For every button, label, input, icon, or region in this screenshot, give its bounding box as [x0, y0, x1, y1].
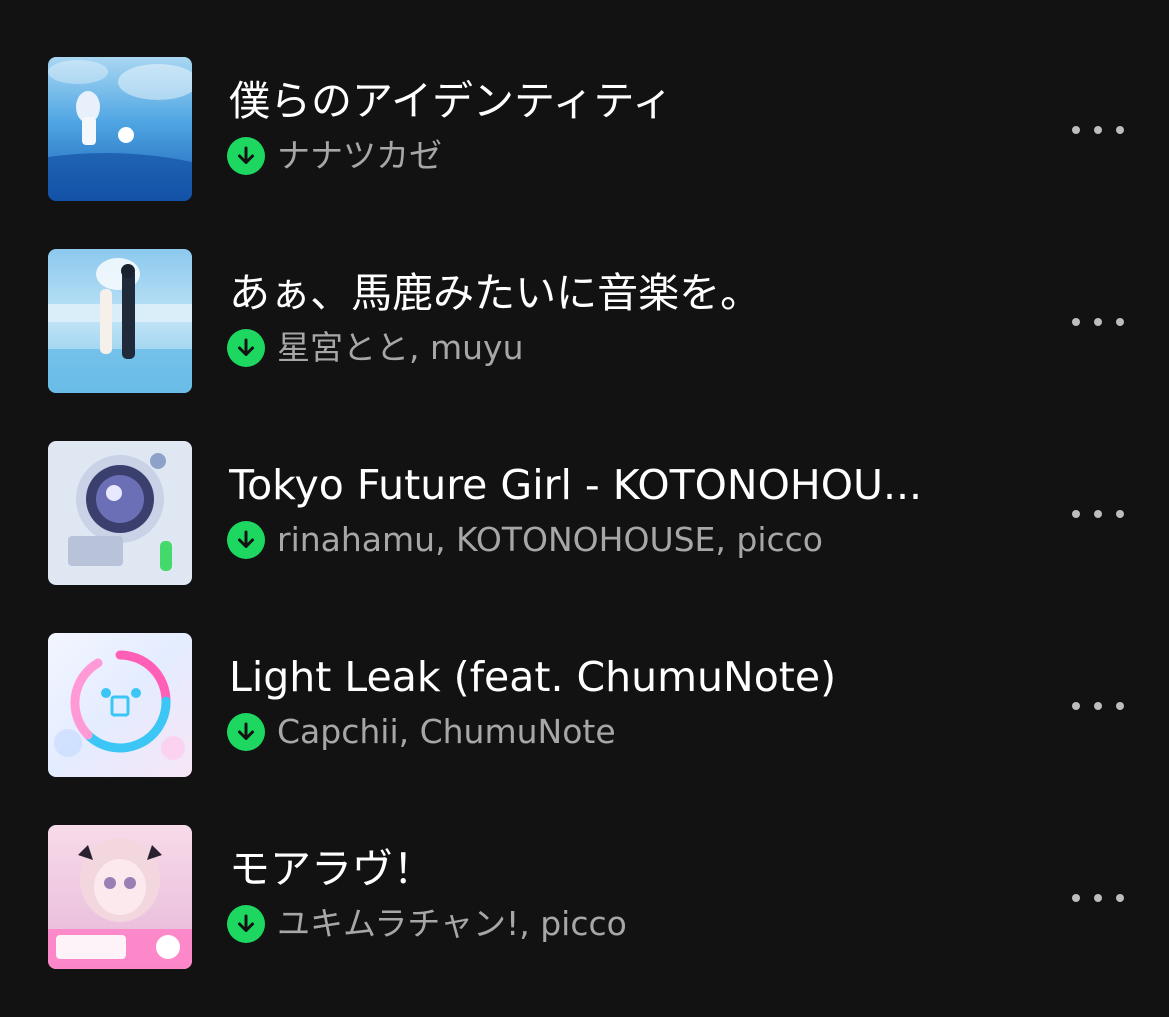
album-cover	[48, 825, 192, 969]
track-subtitle: 星宮とと, muyu	[227, 327, 524, 369]
album-cover	[48, 633, 192, 777]
track-row[interactable]: Tokyo Future Girl - KOTONOHOU... rinaham…	[0, 441, 1169, 633]
track-row[interactable]: あぁ、馬鹿みたいに音楽を。 星宮とと, muyu	[0, 249, 1169, 441]
dot	[1116, 894, 1124, 902]
download-arrow-icon	[227, 521, 265, 559]
album-cover	[48, 441, 192, 585]
track-row[interactable]: モアラヴ！ ユキムラチャン!, picco	[0, 825, 1169, 1017]
track-title[interactable]: Tokyo Future Girl - KOTONOHOU...	[229, 455, 989, 515]
dot	[1116, 318, 1124, 326]
dot	[1072, 126, 1080, 134]
more-options-icon[interactable]	[1068, 305, 1128, 339]
album-cover	[48, 249, 192, 393]
track-artists[interactable]: ユキムラチャン!, picco	[277, 903, 627, 945]
more-options-icon[interactable]	[1068, 497, 1128, 531]
album-cover	[48, 57, 192, 201]
track-title[interactable]: あぁ、馬鹿みたいに音楽を。	[229, 263, 989, 323]
download-arrow-icon	[227, 713, 265, 751]
track-subtitle: ナナツカゼ	[227, 135, 442, 177]
track-row[interactable]: Light Leak (feat. ChumuNote) Capchii, Ch…	[0, 633, 1169, 825]
download-arrow-icon	[227, 137, 265, 175]
dot	[1116, 126, 1124, 134]
dot	[1094, 510, 1102, 518]
dot	[1094, 702, 1102, 710]
track-title[interactable]: 僕らのアイデンティティ	[229, 71, 989, 131]
dot	[1072, 894, 1080, 902]
more-options-icon[interactable]	[1068, 881, 1128, 915]
download-arrow-icon	[227, 905, 265, 943]
dot	[1072, 510, 1080, 518]
dot	[1094, 126, 1102, 134]
dot	[1116, 510, 1124, 518]
track-artists[interactable]: rinahamu, KOTONOHOUSE, picco	[277, 519, 823, 561]
track-title[interactable]: モアラヴ！	[229, 839, 989, 899]
track-subtitle: ユキムラチャン!, picco	[227, 903, 627, 945]
dot	[1072, 318, 1080, 326]
track-artists[interactable]: Capchii, ChumuNote	[277, 711, 616, 753]
track-title[interactable]: Light Leak (feat. ChumuNote)	[229, 647, 989, 707]
download-arrow-icon	[227, 329, 265, 367]
dot	[1094, 894, 1102, 902]
track-row[interactable]: 僕らのアイデンティティ ナナツカゼ	[0, 57, 1169, 249]
track-artists[interactable]: ナナツカゼ	[277, 135, 442, 177]
more-options-icon[interactable]	[1068, 113, 1128, 147]
track-artists[interactable]: 星宮とと, muyu	[277, 327, 524, 369]
dot	[1116, 702, 1124, 710]
more-options-icon[interactable]	[1068, 689, 1128, 723]
dot	[1094, 318, 1102, 326]
track-subtitle: rinahamu, KOTONOHOUSE, picco	[227, 519, 823, 561]
track-subtitle: Capchii, ChumuNote	[227, 711, 616, 753]
dot	[1072, 702, 1080, 710]
